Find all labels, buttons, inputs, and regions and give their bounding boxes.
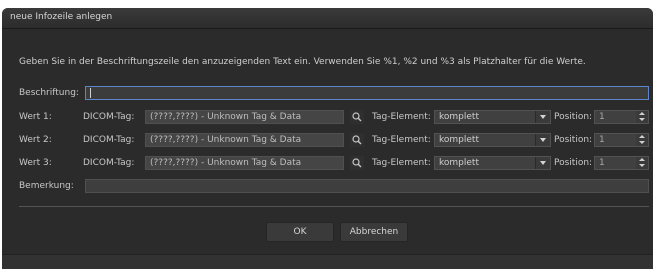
tag-element-label: Tag-Element: [372,158,431,168]
window-title: neue Infozeile anlegen [10,12,113,22]
bottom-bar [2,254,653,269]
dialog-window: neue Infozeile anlegen Geben Sie in der … [2,8,653,269]
ok-button[interactable]: OK [266,222,334,242]
position-spinbox[interactable]: 1 [594,110,649,124]
value1-label: Wert 1: [19,112,52,122]
tag-element-label: Tag-Element: [372,135,431,145]
tag-element-select[interactable]: komplett [434,110,551,124]
dicom-tag-field[interactable]: (????,????) - Unknown Tag & Data [145,156,344,170]
dicom-tag-field[interactable]: (????,????) - Unknown Tag & Data [145,110,344,124]
value3-label: Wert 3: [19,158,52,168]
caption-label: Beschriftung: [19,88,79,98]
tag-element-value: komplett [439,135,479,145]
position-label: Position: [554,112,593,122]
tag-element-select[interactable]: komplett [434,156,551,170]
position-label: Position: [554,135,593,145]
tag-element-value: komplett [439,158,479,168]
dicom-tag-field[interactable]: (????,????) - Unknown Tag & Data [145,133,344,147]
dicom-tag-label: DICOM-Tag: [83,158,135,168]
search-icon[interactable] [350,110,364,124]
dicom-tag-label: DICOM-Tag: [83,135,135,145]
search-icon[interactable] [350,133,364,147]
text-cursor [90,88,91,98]
position-value: 1 [599,112,605,122]
title-bar[interactable]: neue Infozeile anlegen [2,8,653,29]
spin-down-icon[interactable] [636,163,648,169]
dicom-tag-label: DICOM-Tag: [83,112,135,122]
position-value: 1 [599,158,605,168]
value2-label: Wert 2: [19,135,52,145]
cancel-button[interactable]: Abbrechen [340,222,408,242]
position-label: Position: [554,158,593,168]
tag-element-select[interactable]: komplett [434,133,551,147]
chevron-down-icon[interactable] [535,157,550,169]
chevron-down-icon[interactable] [535,134,550,146]
tag-element-value: komplett [439,112,479,122]
remark-input[interactable] [85,179,649,193]
top-background [0,0,653,8]
remark-label: Bemerkung: [19,181,74,191]
instruction-text: Geben Sie in der Beschriftungszeile den … [19,57,586,67]
position-spinbox[interactable]: 1 [594,156,649,170]
caption-input[interactable] [85,86,649,100]
position-value: 1 [599,135,605,145]
divider [19,206,649,207]
spin-down-icon[interactable] [636,117,648,123]
search-icon[interactable] [350,156,364,170]
spin-down-icon[interactable] [636,140,648,146]
position-spinbox[interactable]: 1 [594,133,649,147]
tag-element-label: Tag-Element: [372,112,431,122]
chevron-down-icon[interactable] [535,111,550,123]
